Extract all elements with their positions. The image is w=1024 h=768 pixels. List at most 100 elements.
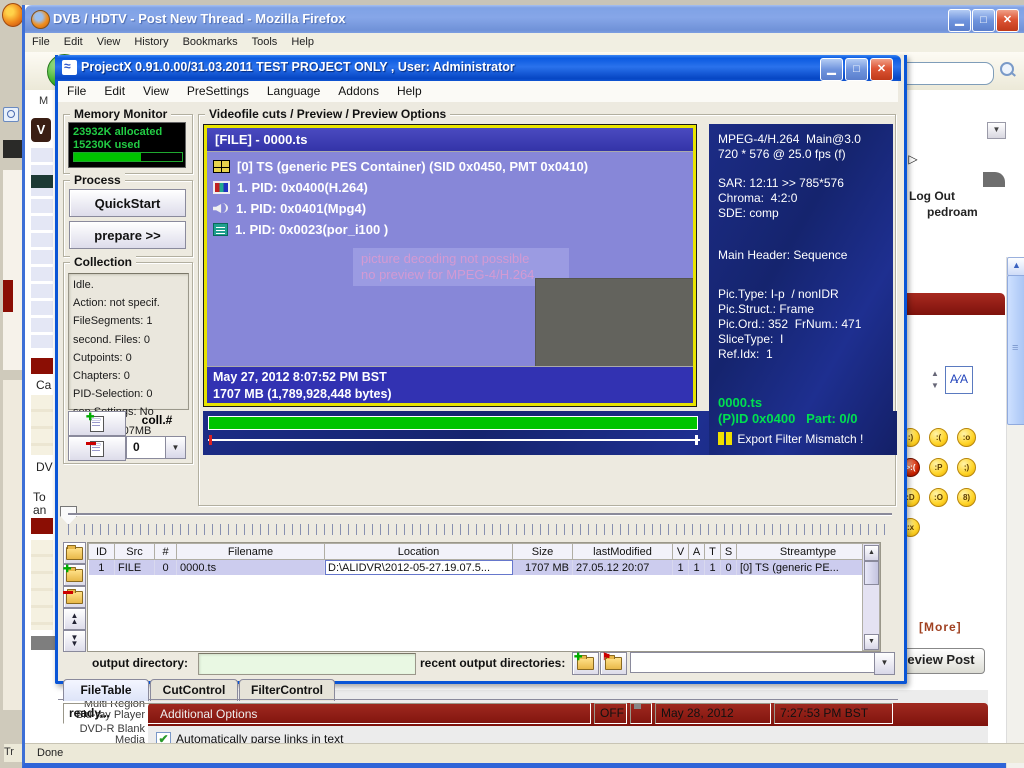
- add-collection-button[interactable]: ✚: [68, 411, 126, 436]
- memory-used: 15230K used: [73, 139, 141, 151]
- folder-open-icon: [66, 544, 83, 560]
- remove-collection-button[interactable]: ▬: [68, 436, 126, 461]
- tab-filetable[interactable]: FileTable: [63, 679, 149, 701]
- add-collection-icon: ✚: [86, 412, 104, 432]
- remove-collection-icon: ▬: [86, 437, 104, 457]
- maximize-button[interactable]: □: [845, 58, 868, 81]
- scrollbar-thumb[interactable]: [1007, 275, 1024, 425]
- stream-label: 1. PID: 0x0401(Mpg4): [236, 201, 367, 216]
- menu-history[interactable]: History: [127, 33, 175, 48]
- menu-bookmarks[interactable]: Bookmarks: [176, 33, 245, 48]
- smiley-icon[interactable]: 8): [957, 488, 976, 507]
- preview-post-button[interactable]: eview Post: [897, 648, 985, 674]
- cut-slider-track[interactable]: [68, 513, 892, 515]
- smiley-icon[interactable]: ;): [957, 458, 976, 477]
- minimize-button[interactable]: ▁: [820, 58, 843, 81]
- smiley-icon[interactable]: :O: [929, 488, 948, 507]
- maximize-button[interactable]: □: [972, 9, 995, 32]
- ts-container-icon: [213, 160, 230, 173]
- codec-info: MPEG-4/H.264 Main@3.0: [718, 132, 861, 146]
- tab-filtercontrol[interactable]: FilterControl: [239, 679, 335, 701]
- menu-file[interactable]: File: [58, 81, 95, 98]
- projectx-window: ProjectX 0.91.0.00/31.03.2011 TEST PROJE…: [55, 55, 907, 724]
- menu-view[interactable]: View: [90, 33, 128, 48]
- minimize-button[interactable]: ▁: [948, 9, 971, 32]
- collection-indicator: OFF: [594, 703, 627, 724]
- stream-label: 1. PID: 0x0400(H.264): [237, 180, 368, 195]
- recent-directories-dropdown[interactable]: ▼: [874, 652, 895, 675]
- position-slider-track[interactable]: [208, 439, 700, 441]
- move-up-button[interactable]: ▲ ▲: [63, 608, 86, 630]
- browse-output-button[interactable]: ✚: [572, 652, 599, 675]
- smiley-icon[interactable]: :o: [957, 428, 976, 447]
- video-placeholder: [535, 278, 693, 371]
- scroll-down-icon[interactable]: ▼: [864, 634, 879, 650]
- warning-bars-icon: [726, 432, 732, 445]
- position-slider-start-mark[interactable]: [209, 435, 212, 445]
- search-icon[interactable]: [997, 60, 1017, 80]
- folder-minus-icon: ▬: [63, 586, 83, 604]
- preview-file-header: [FILE] - 0000.ts: [207, 128, 693, 152]
- stream-label: 1. PID: 0x0023(por_i100 ): [235, 222, 389, 237]
- stream-row[interactable]: 1. PID: 0x0023(por_i100 ): [207, 219, 693, 240]
- load-collection-button[interactable]: [63, 542, 86, 564]
- more-link[interactable]: [More]: [919, 620, 962, 634]
- recent-directories-value[interactable]: [630, 652, 875, 673]
- menu-language[interactable]: Language: [258, 81, 329, 98]
- page-scrollbar[interactable]: ▲ ▼: [1006, 257, 1024, 768]
- stream-row[interactable]: 1. PID: 0x0400(H.264): [207, 177, 693, 198]
- menu-edit[interactable]: Edit: [57, 33, 90, 48]
- font-size-widget[interactable]: A∕A: [945, 366, 973, 394]
- table-row[interactable]: 1 FILE 0 0000.ts D:\ALIDVR\2012-05-27.19…: [88, 559, 880, 575]
- process-group: Process QuickStart prepare >>: [63, 173, 193, 257]
- status-time: 7:27:53 PM BST: [774, 703, 893, 724]
- firefox-titlebar[interactable]: DVB / HDTV - Post New Thread - Mozilla F…: [25, 5, 1024, 33]
- scroll-up-icon[interactable]: ▲: [1007, 257, 1024, 276]
- menu-file[interactable]: File: [25, 33, 57, 48]
- search-icon: [3, 107, 19, 122]
- move-down-button[interactable]: ▼ ▼: [63, 630, 86, 652]
- search-input[interactable]: [896, 62, 994, 85]
- close-button[interactable]: ✕: [870, 58, 893, 81]
- projectx-titlebar[interactable]: ProjectX 0.91.0.00/31.03.2011 TEST PROJE…: [55, 55, 901, 81]
- chevron-down-icon[interactable]: ▼: [987, 122, 1006, 139]
- coll-number-dropdown[interactable]: ▼: [165, 436, 186, 459]
- scrollbar-thumb[interactable]: [864, 561, 879, 585]
- menu-view[interactable]: View: [134, 81, 178, 98]
- add-file-button[interactable]: ✚: [63, 564, 86, 586]
- background-block: [3, 380, 22, 710]
- prepare-button[interactable]: prepare >>: [69, 221, 186, 249]
- menu-help[interactable]: Help: [388, 81, 431, 98]
- cut-slider-thumb[interactable]: [60, 506, 77, 525]
- quickstart-button[interactable]: QuickStart: [69, 189, 186, 217]
- folder-plus-icon: ✚: [63, 564, 83, 582]
- file-table-container: ID Src # Filename Location Size lastModifie…: [87, 542, 881, 652]
- desktop: Tr DVB / HDTV - Post New Thread - Mozill…: [0, 0, 1024, 768]
- close-button[interactable]: ✕: [996, 9, 1019, 32]
- section-header-fragment: [893, 293, 1005, 315]
- menu-help[interactable]: Help: [284, 33, 321, 48]
- menu-addons[interactable]: Addons: [329, 81, 388, 98]
- tab-cutcontrol[interactable]: CutControl: [150, 679, 238, 701]
- font-size-arrows[interactable]: ▲ ▼: [931, 368, 941, 394]
- video-stream-icon: [213, 181, 230, 194]
- menu-presettings[interactable]: PreSettings: [178, 81, 258, 98]
- position-slider-thumb[interactable]: [695, 435, 698, 445]
- menu-tools[interactable]: Tools: [245, 33, 285, 48]
- current-file-name: 0000.ts: [718, 395, 763, 410]
- remove-file-button[interactable]: ▬: [63, 586, 86, 608]
- output-directory-input[interactable]: [198, 653, 416, 675]
- stream-row[interactable]: 1. PID: 0x0401(Mpg4): [207, 198, 693, 219]
- menu-edit[interactable]: Edit: [95, 81, 134, 98]
- smiley-icon[interactable]: :(: [929, 428, 948, 447]
- save-log-button[interactable]: [630, 703, 652, 724]
- remove-output-button[interactable]: ⚑: [600, 652, 627, 675]
- memory-monitor-display: 23932K allocated 15230K used: [68, 122, 186, 168]
- preview-area[interactable]: [FILE] - 0000.ts [0] TS (generic PES Con…: [207, 128, 693, 403]
- smiley-icon[interactable]: :P: [929, 458, 948, 477]
- file-table[interactable]: ID Src # Filename Location Size lastModifie…: [88, 543, 880, 575]
- logout-link[interactable]: s Log Out: [899, 189, 955, 203]
- table-scrollbar[interactable]: ▲ ▼: [862, 543, 880, 651]
- stream-row[interactable]: [0] TS (generic PES Container) (SID 0x04…: [207, 156, 693, 177]
- scroll-up-icon[interactable]: ▲: [864, 545, 879, 561]
